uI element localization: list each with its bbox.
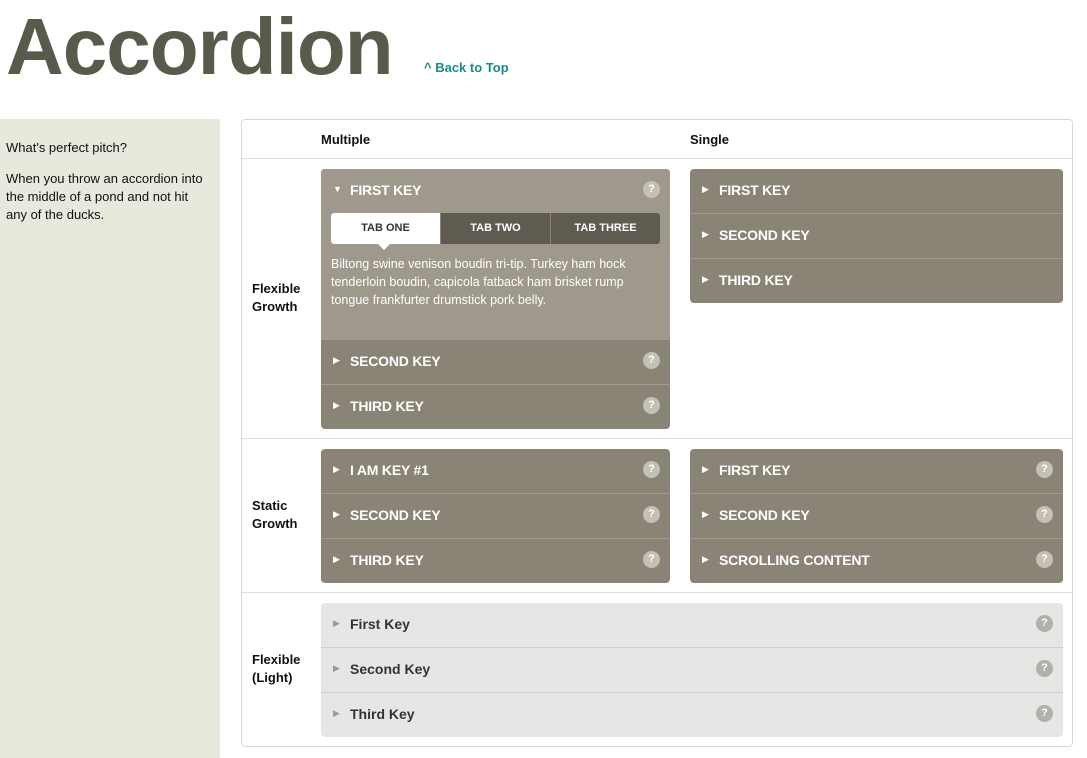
accordion-flexible-multiple: ▼ FIRST KEY ? TAB ONE TAB TWO TAB THREE … [321,169,670,429]
row-divider [242,158,1072,159]
accordion-item-second-key[interactable]: ▶ SECOND KEY [690,213,1063,258]
row-divider [242,592,1072,593]
accordion-static-single: ▶ FIRST KEY ? ▶ SECOND KEY ? ▶ SCROLLING… [690,449,1063,583]
arrow-right-icon: ▶ [333,509,340,519]
help-icon[interactable]: ? [643,551,660,568]
tab-content: Biltong swine venison boudin tri-tip. Tu… [331,257,626,307]
arrow-right-icon: ▶ [333,708,340,718]
sidebar-question: What's perfect pitch? [6,140,127,155]
accordion-item-label: First Key [350,616,410,632]
help-icon[interactable]: ? [643,181,660,198]
arrow-right-icon: ▶ [702,509,709,519]
accordion-flexible-single: ▶ FIRST KEY ▶ SECOND KEY ▶ THIRD KEY [690,169,1063,303]
arrow-right-icon: ▶ [333,464,340,474]
sidebar: What's perfect pitch? When you throw an … [0,119,220,758]
arrow-right-icon: ▶ [333,618,340,628]
help-icon[interactable]: ? [1036,705,1053,722]
accordion-demo-panel: Multiple Single Flexible Growth Static G… [241,119,1073,747]
arrow-right-icon: ▶ [702,184,709,194]
row-divider [242,438,1072,439]
accordion-item-third-key[interactable]: ▶ THIRD KEY [690,258,1063,303]
accordion-item-label: Second Key [350,661,431,677]
accordion-flexible-light: ▶ First Key ? ▶ Second Key ? ▶ Third Key… [321,603,1063,737]
help-icon[interactable]: ? [643,352,660,369]
accordion-item-label: FIRST KEY [719,182,791,198]
accordion-item-label: SCROLLING CONTENT [719,552,870,568]
accordion-item-label: SECOND KEY [350,507,441,523]
accordion-item-third-key[interactable]: ▶ Third Key ? [321,692,1063,737]
accordion-item-label: THIRD KEY [350,552,424,568]
accordion-item-first-key[interactable]: ▶ FIRST KEY [690,169,1063,213]
row-label-flexible-growth: Flexible Growth [252,281,301,314]
accordion-item-first-key[interactable]: ▼ FIRST KEY ? TAB ONE TAB TWO TAB THREE … [321,169,670,339]
accordion-item-third-key[interactable]: ▶ THIRD KEY ? [321,384,670,429]
accordion-item-label: FIRST KEY [350,182,422,198]
accordion-item-scrolling-content[interactable]: ▶ SCROLLING CONTENT ? [690,538,1063,583]
back-to-top-link[interactable]: ^ Back to Top [424,60,509,75]
arrow-right-icon: ▶ [702,554,709,564]
row-label-static-growth: Static Growth [252,498,298,531]
help-icon[interactable]: ? [643,506,660,523]
arrow-right-icon: ▶ [333,355,340,365]
tab-bar: TAB ONE TAB TWO TAB THREE [331,213,660,244]
arrow-right-icon: ▶ [333,663,340,673]
arrow-down-icon: ▼ [333,184,342,194]
arrow-right-icon: ▶ [702,464,709,474]
row-label-flexible-light: Flexible (Light) [252,652,301,685]
accordion-item-first-key[interactable]: ▶ FIRST KEY ? [690,449,1063,493]
accordion-static-multiple: ▶ I AM KEY #1 ? ▶ SECOND KEY ? ▶ THIRD K… [321,449,670,583]
accordion-item-label: Third Key [350,706,415,722]
accordion-item-third-key[interactable]: ▶ THIRD KEY ? [321,538,670,583]
tab-one[interactable]: TAB ONE [331,213,440,244]
help-icon[interactable]: ? [643,397,660,414]
help-icon[interactable]: ? [643,461,660,478]
accordion-item-label: SECOND KEY [719,507,810,523]
arrow-right-icon: ▶ [702,274,709,284]
page-title: Accordion [6,2,394,91]
accordion-item-label: FIRST KEY [719,462,791,478]
arrow-right-icon: ▶ [702,229,709,239]
accordion-item-first-key[interactable]: ▶ First Key ? [321,603,1063,647]
accordion-item-second-key[interactable]: ▶ SECOND KEY ? [321,493,670,538]
tab-two[interactable]: TAB TWO [440,213,550,244]
accordion-item-label: THIRD KEY [350,398,424,414]
accordion-item-label: I AM KEY #1 [350,462,429,478]
help-icon[interactable]: ? [1036,506,1053,523]
sidebar-answer: When you throw an accordion into the mid… [6,171,203,222]
help-icon[interactable]: ? [1036,615,1053,632]
accordion-item-label: THIRD KEY [719,272,793,288]
column-header-single: Single [690,132,730,147]
arrow-right-icon: ▶ [333,554,340,564]
arrow-right-icon: ▶ [333,400,340,410]
help-icon[interactable]: ? [1036,461,1053,478]
accordion-item-label: SECOND KEY [350,353,441,369]
accordion-item-key-1[interactable]: ▶ I AM KEY #1 ? [321,449,670,493]
column-header-multiple: Multiple [321,132,371,147]
tab-pointer [378,244,390,250]
help-icon[interactable]: ? [1036,551,1053,568]
tab-three[interactable]: TAB THREE [550,213,660,244]
accordion-item-second-key[interactable]: ▶ SECOND KEY ? [321,339,670,384]
accordion-item-second-key[interactable]: ▶ Second Key ? [321,647,1063,692]
accordion-item-label: SECOND KEY [719,227,810,243]
accordion-item-second-key[interactable]: ▶ SECOND KEY ? [690,493,1063,538]
help-icon[interactable]: ? [1036,660,1053,677]
